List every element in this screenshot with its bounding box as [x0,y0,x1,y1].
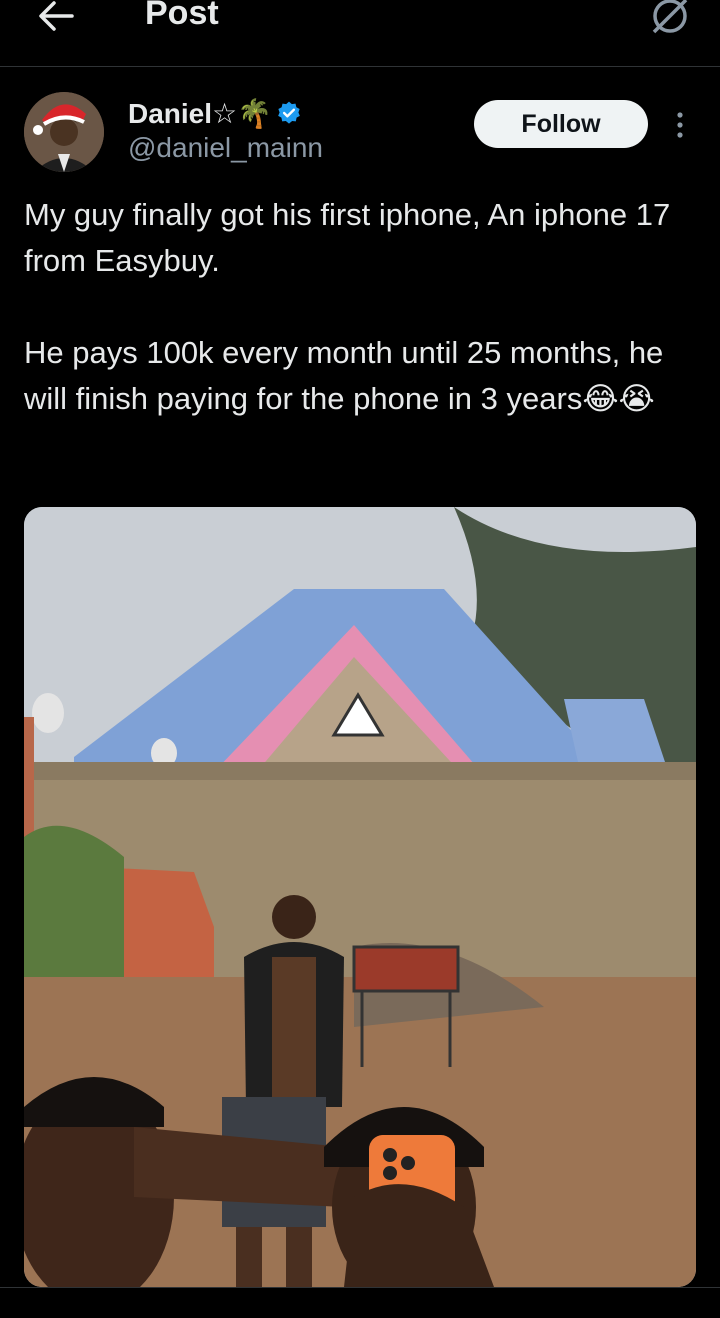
avatar-image [24,92,104,172]
author-name-row[interactable]: Daniel☆🌴 [128,96,302,130]
follow-button[interactable]: Follow [474,100,648,148]
page-title: Post [145,0,219,32]
photo-image [24,507,696,1287]
verified-badge-icon [278,101,300,124]
post-photo[interactable] [24,507,696,1287]
avatar[interactable] [24,92,104,172]
more-vertical-icon[interactable] [670,108,690,142]
top-bar: Post [0,0,720,67]
grok-icon[interactable] [648,0,692,36]
post-paragraph: My guy finally got his first iphone, An … [24,197,671,278]
arrow-left-icon[interactable] [36,0,76,34]
author-handle[interactable]: @daniel_mainn [128,132,323,164]
author-name[interactable]: Daniel☆🌴 [128,97,272,130]
post-paragraph: He pays 100k every month until 25 months… [24,335,664,416]
divider [0,1287,720,1288]
post-text: My guy finally got his first iphone, An … [24,192,684,422]
